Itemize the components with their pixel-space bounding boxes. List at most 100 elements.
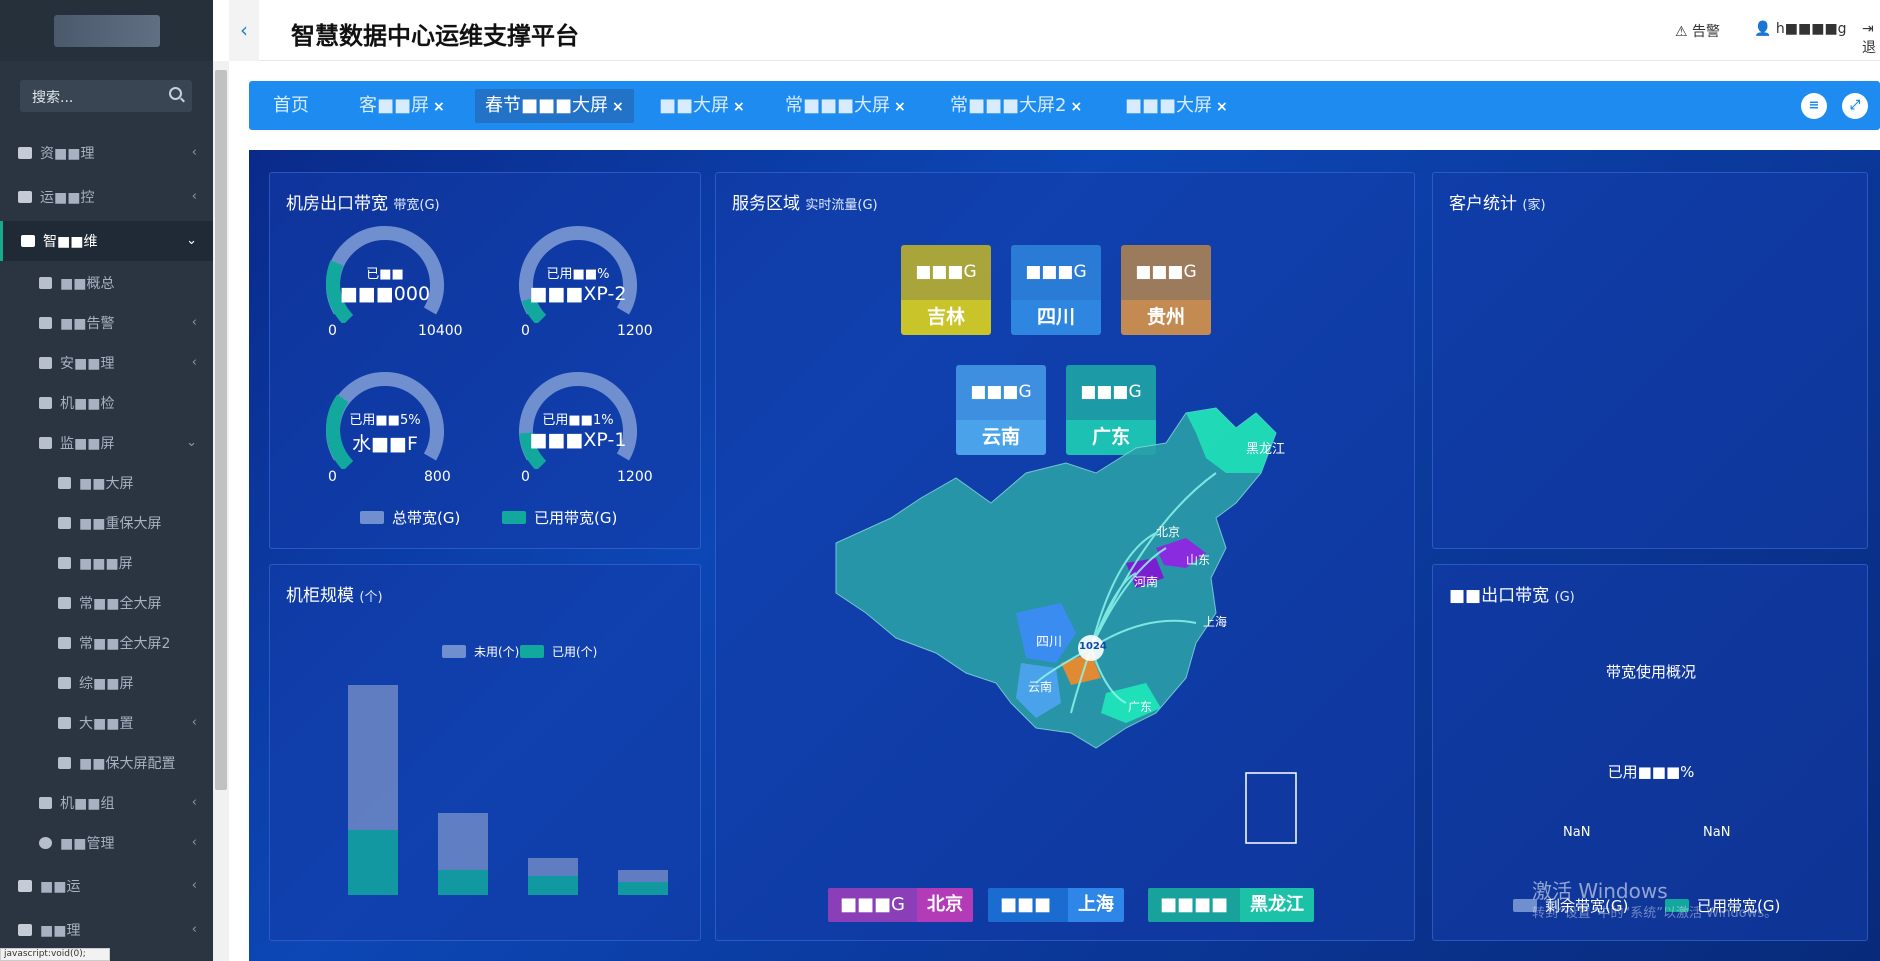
sidebar-sub-inspection[interactable]: 机■■检 bbox=[0, 383, 213, 423]
pill-value: ■■■■ bbox=[1148, 888, 1241, 922]
sidebar-item-label: 常■■全大屏2 bbox=[79, 636, 171, 652]
pill-shanghai[interactable]: ■■■ 上海 bbox=[988, 888, 1124, 922]
chevron-left-icon: ‹ bbox=[191, 835, 197, 850]
search-icon[interactable] bbox=[169, 87, 182, 100]
sidebar-item-label: ■■重保大屏 bbox=[79, 516, 162, 532]
calendar-icon bbox=[58, 477, 71, 489]
close-icon[interactable]: × bbox=[894, 99, 906, 115]
map-label-henan: 河南 bbox=[1134, 575, 1159, 589]
gauge-max: 10400 bbox=[418, 323, 463, 339]
status-url: javascript:void(0); bbox=[0, 948, 110, 961]
panel-title-text: 机房出口带宽 bbox=[286, 194, 388, 214]
tab-screen-5[interactable]: 常■■■大屏 × bbox=[775, 89, 916, 123]
sidebar-sub-alarm[interactable]: ■■告警 ‹ bbox=[0, 303, 213, 343]
map-label-sichuan: 四川 bbox=[1036, 635, 1063, 650]
sidebar-screen-4[interactable]: 常■■全大屏 bbox=[0, 583, 213, 623]
gauge-3: 已用■■5% 水■■F 0 800 bbox=[320, 369, 451, 489]
bar-used-3 bbox=[528, 876, 578, 895]
collapse-sidebar-button[interactable]: ‹ bbox=[229, 0, 259, 61]
gauge-used-text: 已■■ bbox=[366, 267, 404, 282]
sidebar-item-system[interactable]: ■■理 ‹ bbox=[0, 910, 213, 950]
close-icon[interactable]: × bbox=[1070, 99, 1082, 115]
gauge-max: 1200 bbox=[617, 323, 653, 339]
sidebar-item-assets[interactable]: 资■■理 ‹ bbox=[0, 133, 213, 173]
sidebar-item-label: ■■■屏 bbox=[79, 556, 133, 572]
bar-unused-4 bbox=[618, 870, 668, 882]
alarm-link[interactable]: ⚠ 告警 bbox=[1675, 21, 1720, 41]
chevron-down-icon: ⌄ bbox=[186, 435, 197, 450]
tab-spring-screen[interactable]: 春节■■■大屏 × bbox=[475, 89, 634, 123]
sidebar-screen-1[interactable]: ■■大屏 bbox=[0, 463, 213, 503]
sidebar-item-label: ■■运 bbox=[40, 879, 81, 895]
panel-unit: (G) bbox=[1554, 590, 1575, 605]
south-sea-inset bbox=[1245, 772, 1297, 844]
sidebar-item-smart-ops[interactable]: 智■■维 ⌄ bbox=[0, 221, 213, 261]
sidebar-screen-6[interactable]: 综■■屏 bbox=[0, 663, 213, 703]
sidebar-screen-config[interactable]: 大■■置 ‹ bbox=[0, 703, 213, 743]
gear-icon bbox=[18, 924, 32, 936]
map-label-shanghai: 上海 bbox=[1203, 615, 1228, 629]
panel-customer-stats: 客户统计 (家) bbox=[1432, 172, 1868, 549]
gauge-used-text: 已用■■1% bbox=[542, 413, 614, 428]
close-icon[interactable]: × bbox=[612, 99, 624, 115]
gauge-min: 0 bbox=[328, 469, 337, 485]
map-label-guangdong: 广东 bbox=[1128, 700, 1153, 714]
search-input[interactable]: 搜索... bbox=[20, 80, 192, 112]
tab-screen-4[interactable]: ■■大屏 × bbox=[649, 89, 755, 123]
chevron-left-icon: ‹ bbox=[191, 795, 197, 810]
sidebar-scroll-thumb[interactable] bbox=[215, 70, 227, 790]
map-label-yunnan: 云南 bbox=[1028, 680, 1053, 694]
pill-value: ■■■ bbox=[988, 888, 1068, 922]
archive-icon bbox=[39, 357, 52, 369]
sidebar-sub-overview[interactable]: ■■概总 bbox=[0, 263, 213, 303]
sidebar: 搜索... 资■■理 ‹ 运■■控 ‹ 智■■维 ⌄ ■■概总 ■■告警 ‹ 安■■理 ‹… bbox=[0, 0, 213, 961]
fullscreen-button[interactable]: ⤢ bbox=[1842, 93, 1868, 119]
warning-icon: ⚠ bbox=[1675, 24, 1688, 40]
sidebar-sub-screens[interactable]: 监■■屏 ⌄ bbox=[0, 423, 213, 463]
sidebar-item-label: 机■■组 bbox=[60, 796, 115, 812]
sidebar-sub-room[interactable]: 机■■组 ‹ bbox=[0, 783, 213, 823]
sidebar-item-label: ■■概总 bbox=[60, 276, 115, 292]
search-placeholder: 搜索... bbox=[32, 90, 74, 106]
close-icon[interactable]: × bbox=[733, 99, 745, 115]
user-link[interactable]: 👤 h■■■■g bbox=[1754, 21, 1847, 37]
legend-used[interactable]: 已用带宽(G) bbox=[502, 507, 617, 528]
tab-label: 春节■■■大屏 bbox=[485, 95, 609, 116]
pill-beijing[interactable]: ■■■G 北京 bbox=[828, 888, 973, 922]
legend-label: 总带宽(G) bbox=[392, 509, 461, 527]
logout-link[interactable]: ⇥退 bbox=[1862, 21, 1880, 57]
nan-label-2: NaN bbox=[1703, 825, 1731, 840]
magnet-icon bbox=[58, 717, 71, 729]
sidebar-screen-2[interactable]: ■■重保大屏 bbox=[0, 503, 213, 543]
chevron-left-icon: ‹ bbox=[191, 922, 197, 937]
sidebar-sub-security[interactable]: 安■■理 ‹ bbox=[0, 343, 213, 383]
sidebar-screen-config-2[interactable]: ■■保大屏配置 bbox=[0, 743, 213, 783]
legend-swatch bbox=[502, 511, 526, 524]
gauge-used-text: 已用■■5% bbox=[349, 413, 421, 428]
panel-title-text: 客户统计 bbox=[1449, 194, 1517, 214]
bar-unused-1 bbox=[348, 685, 398, 830]
panel-title: 客户统计 (家) bbox=[1449, 189, 1546, 214]
tab-customer-screen[interactable]: 客■■屏 × bbox=[349, 89, 455, 123]
close-icon[interactable]: × bbox=[433, 99, 445, 115]
user-name: h■■■■g bbox=[1775, 21, 1847, 37]
tab-label: ■■大屏 bbox=[659, 95, 730, 116]
tab-home[interactable]: 首页 bbox=[263, 89, 319, 123]
sidebar-item-label: 智■■维 bbox=[43, 234, 98, 250]
tab-screen-7[interactable]: ■■■大屏 × bbox=[1115, 89, 1238, 123]
tab-label: 常■■■大屏 bbox=[785, 95, 891, 116]
used-percent: 已用■■■% bbox=[1607, 763, 1695, 781]
tab-screen-6[interactable]: 常■■■大屏2 × bbox=[940, 89, 1092, 123]
calendar-plus-icon bbox=[58, 597, 71, 609]
pill-heilongjiang[interactable]: ■■■■ 黑龙江 bbox=[1148, 888, 1315, 922]
sidebar-screen-3[interactable]: ■■■屏 bbox=[0, 543, 213, 583]
tab-menu-button[interactable]: ≡ bbox=[1801, 93, 1827, 119]
sidebar-item-business[interactable]: ■■运 ‹ bbox=[0, 866, 213, 906]
legend-total[interactable]: 总带宽(G) bbox=[360, 507, 460, 528]
sidebar-item-monitor[interactable]: 运■■控 ‹ bbox=[0, 177, 213, 217]
gauge-name-text: 水■■F bbox=[352, 433, 418, 455]
tab-label: ■■■大屏 bbox=[1125, 95, 1213, 116]
sidebar-screen-5[interactable]: 常■■全大屏2 bbox=[0, 623, 213, 663]
close-icon[interactable]: × bbox=[1216, 99, 1228, 115]
sidebar-sub-manage[interactable]: ■■管理 ‹ bbox=[0, 823, 213, 863]
